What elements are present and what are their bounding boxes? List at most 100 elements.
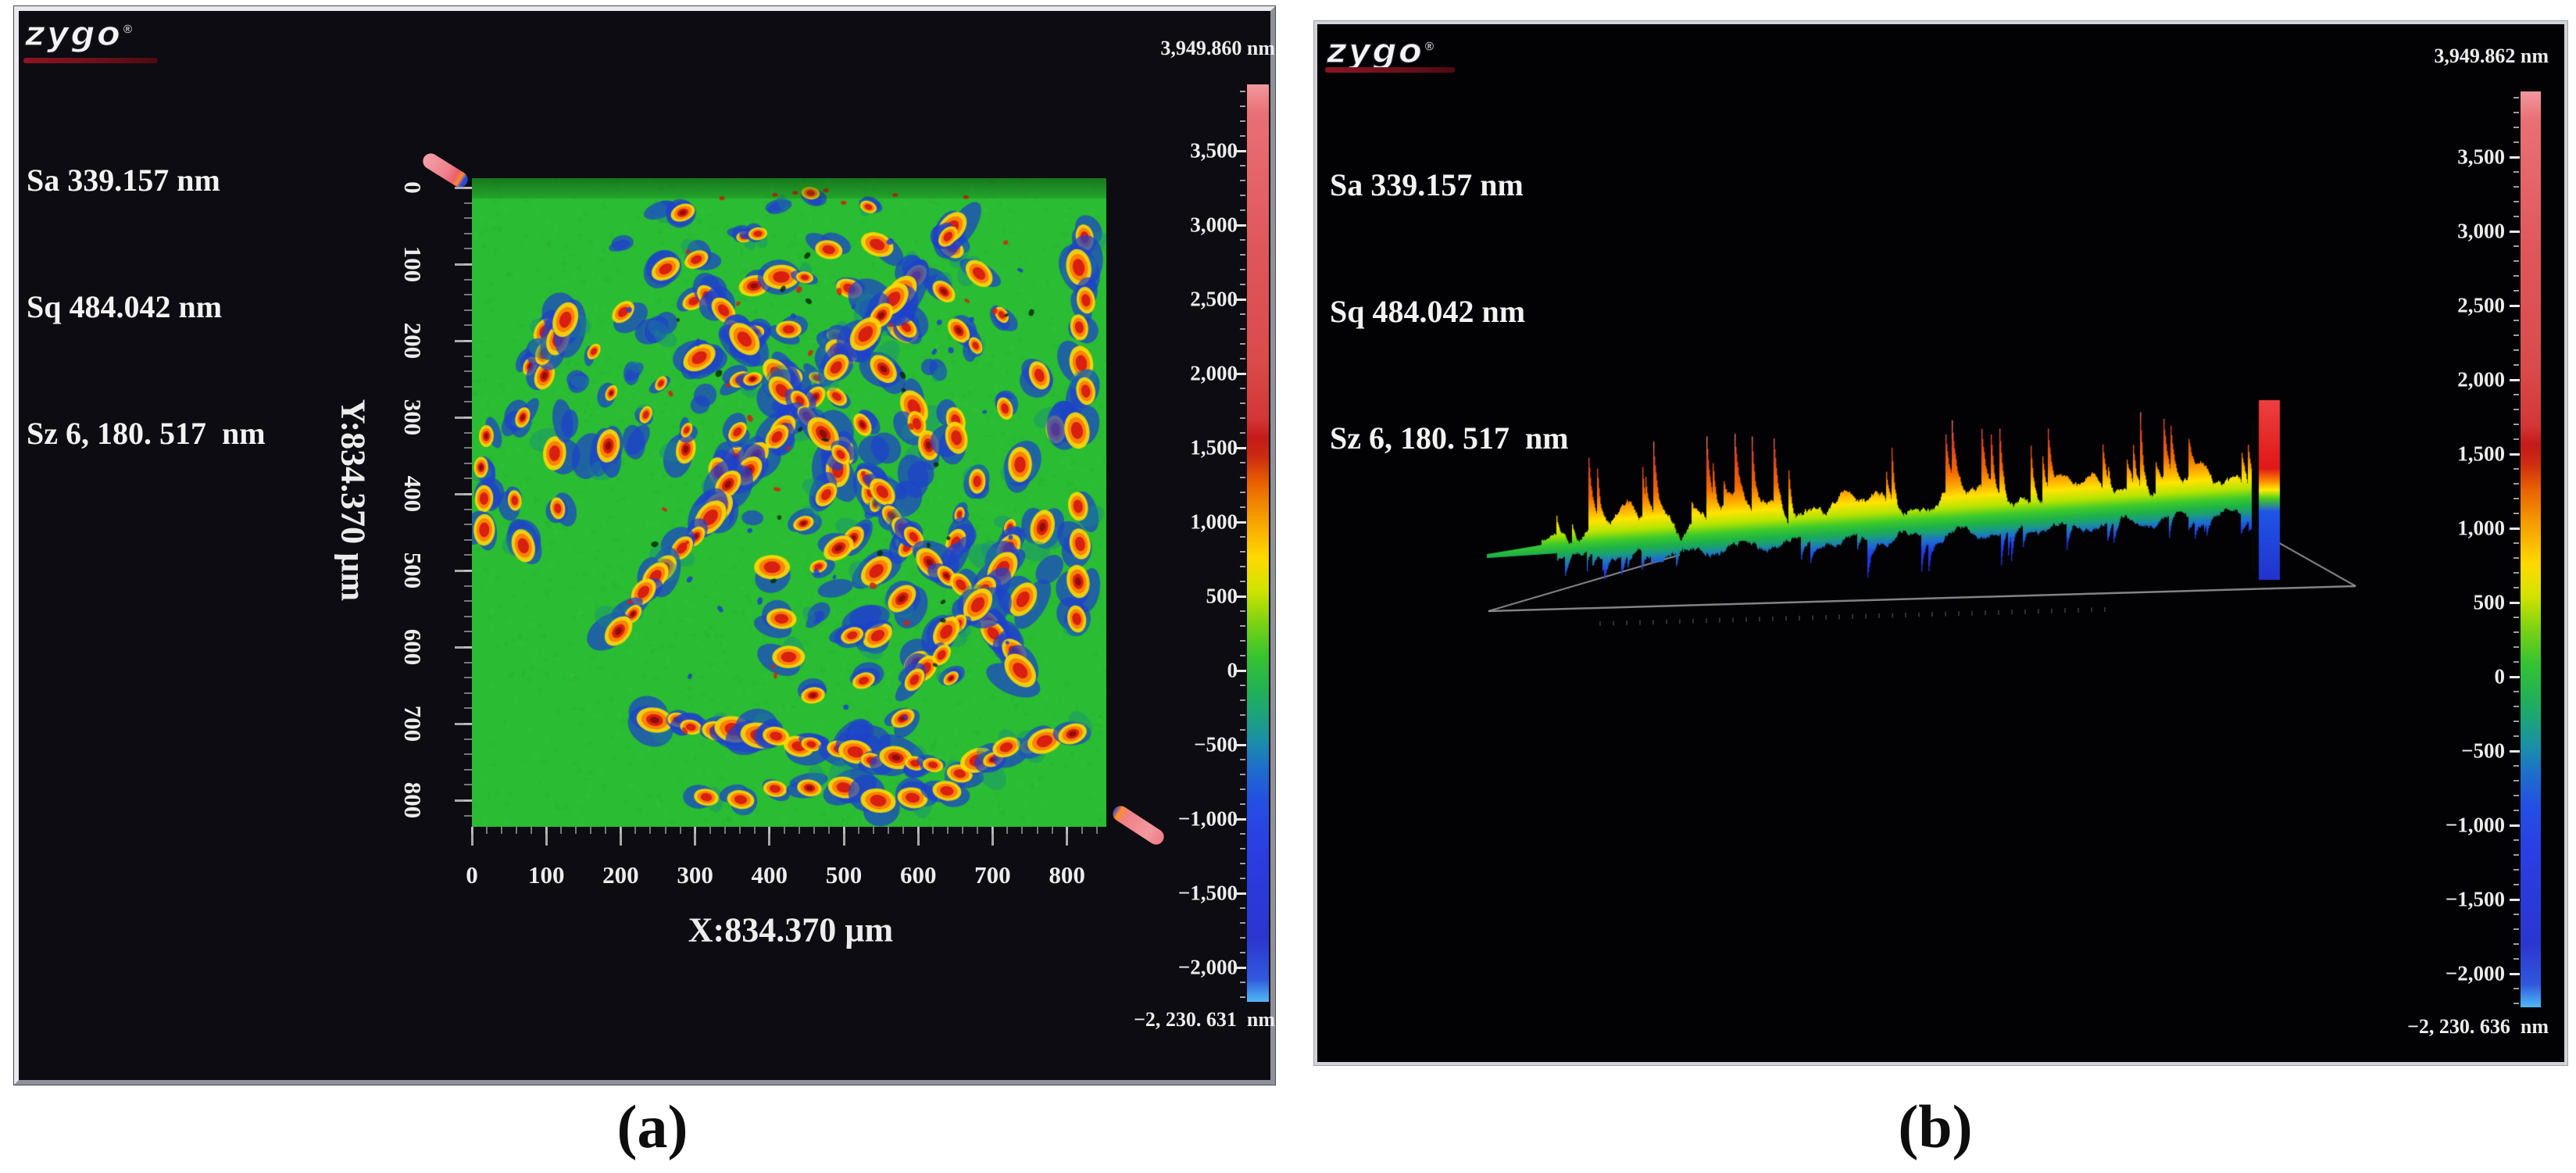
colorbar-minor-tick-b xyxy=(2513,290,2519,291)
y-minor-tick-a xyxy=(464,447,472,449)
colorbar-minor-tick-a xyxy=(1240,239,1245,241)
colorbar-minor-tick-b xyxy=(2513,141,2519,143)
colorbar-minor-tick-a xyxy=(1240,714,1245,716)
colorbar-minor-tick-a xyxy=(1240,625,1245,627)
colorbar-major-tick-b xyxy=(2510,305,2520,307)
colorbar-minor-tick-a xyxy=(1240,863,1245,864)
y-minor-tick-a xyxy=(464,815,472,817)
x-minor-tick-a xyxy=(501,827,502,834)
colorbar-minor-tick-b xyxy=(2513,765,2519,767)
x-minor-tick-a xyxy=(545,827,547,834)
colorbar-tick-label-b: 500 xyxy=(2388,591,2505,615)
figure-page: { "figure": { "background": "#ffffff", "… xyxy=(0,0,2576,1173)
x-minor-tick-a xyxy=(680,827,681,834)
colorbar-tick-label-b: 0 xyxy=(2388,665,2505,689)
x-minor-tick-a xyxy=(471,827,473,834)
x-minor-tick-a xyxy=(516,827,517,834)
colorbar-minor-tick-a xyxy=(1240,878,1245,879)
y-minor-tick-a xyxy=(464,401,472,402)
colorbar-minor-tick-b xyxy=(2513,127,2519,128)
colorbar-minor-tick-a xyxy=(1240,996,1245,998)
x-minor-tick-a xyxy=(991,827,993,834)
colorbar-minor-tick-a xyxy=(1240,269,1245,270)
y-minor-tick-a xyxy=(464,723,472,724)
colorbar-max-label-a: 3,949.860 nm xyxy=(1103,37,1275,60)
colorbar-minor-tick-a xyxy=(1240,581,1245,582)
colorbar-minor-tick-b xyxy=(2513,646,2519,648)
zygo-logo-a: zygo® xyxy=(25,17,135,52)
colorbar-minor-tick-a xyxy=(1240,833,1245,835)
colorbar-minor-tick-b xyxy=(2513,661,2519,663)
colorbar-minor-tick-a xyxy=(1240,699,1245,701)
colorbar-tick-label-a: 500 xyxy=(1120,585,1238,609)
colorbar-major-tick-b xyxy=(2510,750,2520,753)
colorbar-max-label-b: 3,949.862 nm xyxy=(2377,45,2549,68)
colorbar-minor-tick-a xyxy=(1240,803,1245,805)
colorbar-minor-tick-b xyxy=(2513,438,2519,440)
y-minor-tick-a xyxy=(464,509,472,510)
colorbar-major-tick-b xyxy=(2510,453,2520,456)
y-minor-tick-a xyxy=(464,432,472,434)
colorbar-minor-tick-b xyxy=(2513,201,2519,202)
y-axis-title-a: Y:834.370 µm xyxy=(334,399,373,601)
y-minor-tick-a xyxy=(464,356,472,357)
colorbar-tick-label-a: 2,000 xyxy=(1120,362,1238,386)
colorbar-tick-label-b: −1,500 xyxy=(2388,888,2505,912)
x-minor-tick-a xyxy=(932,827,934,834)
x-minor-tick-a xyxy=(1037,827,1038,834)
colorbar-major-tick-b xyxy=(2510,231,2520,233)
colorbar-minor-tick-b xyxy=(2513,468,2519,470)
colorbar-min-label-b: −2, 230. 636 nm xyxy=(2353,1015,2549,1039)
colorbar-minor-tick-b xyxy=(2513,1003,2519,1004)
y-minor-tick-a xyxy=(464,463,472,464)
height-colorbar-a xyxy=(1247,84,1269,1002)
y-minor-tick-a xyxy=(464,493,472,495)
colorbar-tick-label-a: 1,000 xyxy=(1120,510,1238,535)
x-minor-tick-a xyxy=(1006,827,1008,834)
x-minor-tick-a xyxy=(649,827,651,834)
y-tick-label-a: 800 xyxy=(398,753,427,847)
y-minor-tick-a xyxy=(464,309,472,311)
y-minor-tick-a xyxy=(464,248,472,249)
colorbar-min-label-a: −2, 230. 631 nm xyxy=(1080,1008,1275,1032)
colorbar-major-tick-b xyxy=(2510,156,2520,159)
x-minor-tick-a xyxy=(634,827,636,834)
colorbar-minor-tick-b xyxy=(2513,721,2519,722)
colorbar-minor-tick-b xyxy=(2513,795,2519,796)
colorbar-minor-tick-b xyxy=(2513,884,2519,885)
x-minor-tick-a xyxy=(828,827,830,834)
colorbar-major-tick-b xyxy=(2510,973,2520,975)
colorbar-tick-label-a: −2,000 xyxy=(1120,956,1238,980)
colorbar-minor-tick-a xyxy=(1240,759,1245,760)
colorbar-minor-tick-a xyxy=(1240,209,1245,211)
x-minor-tick-a xyxy=(888,827,889,834)
colorbar-minor-tick-b xyxy=(2513,572,2519,574)
x-minor-tick-a xyxy=(799,827,800,834)
colorbar-minor-tick-b xyxy=(2513,334,2519,336)
colorbar-minor-tick-a xyxy=(1240,180,1245,181)
y-minor-tick-a xyxy=(464,340,472,342)
colorbar-minor-tick-b xyxy=(2513,735,2519,737)
colorbar-tick-label-b: 3,500 xyxy=(2388,145,2505,170)
colorbar-minor-tick-b xyxy=(2513,810,2519,811)
x-minor-tick-a xyxy=(1081,827,1083,834)
colorbar-minor-tick-b xyxy=(2513,394,2519,395)
x-minor-tick-a xyxy=(858,827,859,834)
x-minor-tick-a xyxy=(784,827,785,834)
colorbar-minor-tick-b xyxy=(2513,854,2519,856)
colorbar-minor-tick-a xyxy=(1240,328,1245,330)
y-minor-tick-a xyxy=(464,324,472,326)
caption-b: (b) xyxy=(1898,1092,1972,1162)
colorbar-tick-label-a: 2,500 xyxy=(1120,288,1238,312)
zygo-logo-underline-a xyxy=(23,58,158,63)
y-minor-tick-a xyxy=(464,524,472,525)
colorbar-minor-tick-b xyxy=(2513,171,2519,173)
colorbar-tick-label-a: 3,000 xyxy=(1120,213,1238,238)
colorbar-minor-tick-a xyxy=(1240,907,1245,909)
colorbar-minor-tick-b xyxy=(2513,409,2519,410)
x-minor-tick-a xyxy=(1066,827,1068,834)
colorbar-tick-label-b: 1,000 xyxy=(2388,517,2505,541)
colorbar-minor-tick-a xyxy=(1240,432,1245,434)
colorbar-minor-tick-b xyxy=(2513,958,2519,960)
stat-sq-a: Sq 484.042 nm xyxy=(27,286,266,328)
